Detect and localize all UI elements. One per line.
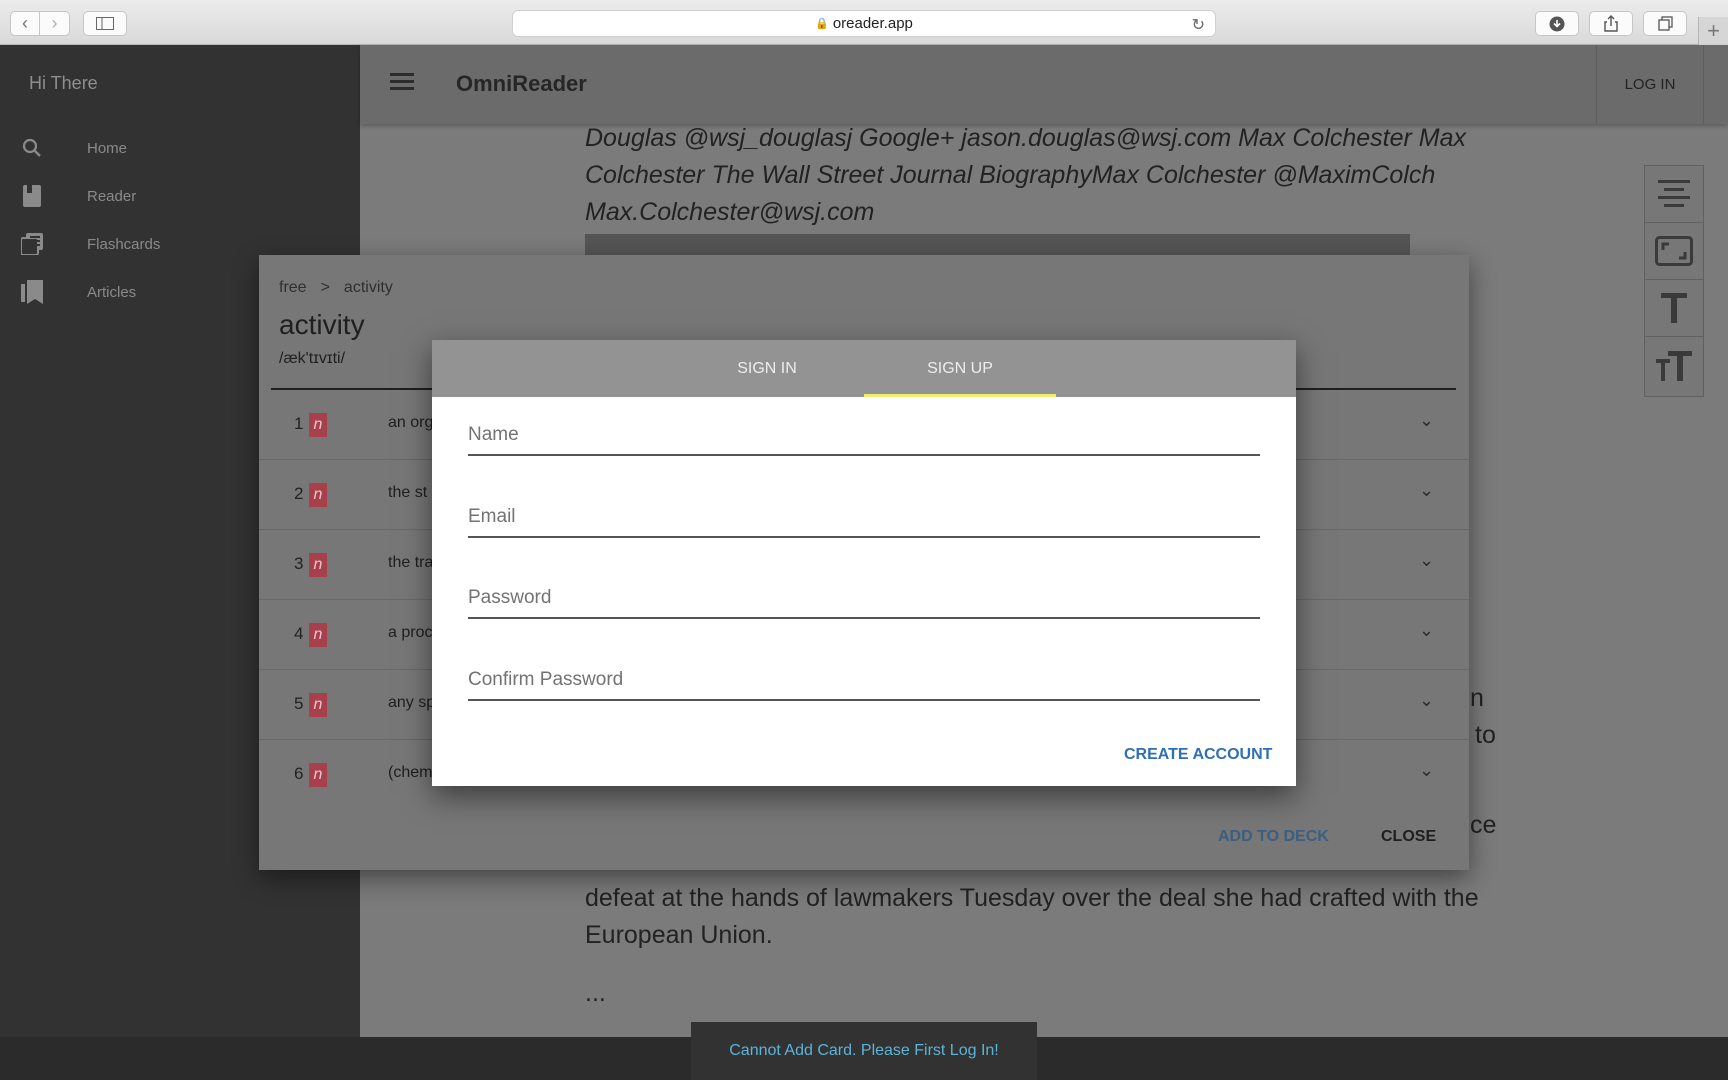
confirm-password-input[interactable] bbox=[468, 669, 1260, 691]
sense-definition: (chem bbox=[388, 764, 433, 781]
sense-definition: any sp bbox=[388, 694, 436, 711]
article-paragraph: defeat at the hands of lawmakers Tuesday… bbox=[585, 884, 1479, 949]
browser-toolbar: ‹ › 🔒 oreader.app ↻ + bbox=[0, 0, 1728, 45]
pos-badge: n bbox=[309, 413, 327, 437]
fullscreen-button[interactable] bbox=[1645, 223, 1703, 280]
chevron-down-icon[interactable]: ⌄ bbox=[1419, 480, 1434, 501]
sidebar-toggle-button[interactable] bbox=[83, 11, 127, 36]
sidebar-item-label: Flashcards bbox=[87, 235, 161, 253]
url-text: oreader.app bbox=[832, 15, 913, 32]
chevron-down-icon[interactable]: ⌄ bbox=[1419, 690, 1434, 711]
pos-badge: n bbox=[309, 483, 327, 507]
forward-button[interactable]: › bbox=[40, 11, 70, 36]
chevron-down-icon[interactable]: ⌄ bbox=[1419, 550, 1434, 571]
new-tab-button[interactable]: + bbox=[1698, 17, 1728, 45]
book-icon bbox=[20, 184, 44, 208]
address-bar[interactable]: 🔒 oreader.app ↻ bbox=[512, 10, 1216, 37]
search-icon bbox=[20, 136, 44, 160]
byline-text: Douglas @wsj_douglasj Google+ jason.doug… bbox=[585, 124, 1467, 226]
share-button[interactable] bbox=[1589, 11, 1633, 36]
reader-toolbar bbox=[1644, 165, 1704, 397]
text-icon bbox=[1661, 293, 1687, 323]
bookmark-icon bbox=[20, 280, 44, 304]
sense-number: 4 bbox=[294, 624, 304, 643]
history-nav: ‹ › bbox=[10, 11, 70, 36]
back-button[interactable]: ‹ bbox=[10, 11, 40, 36]
breadcrumb-separator: > bbox=[320, 279, 330, 296]
breadcrumb-item[interactable]: free bbox=[279, 279, 307, 296]
login-button[interactable]: LOG IN bbox=[1596, 45, 1704, 124]
chevron-down-icon[interactable]: ⌄ bbox=[1419, 410, 1434, 431]
sidebar-item-label: Reader bbox=[87, 187, 137, 205]
chevron-down-icon[interactable]: ⌄ bbox=[1419, 760, 1434, 781]
pos-badge: n bbox=[309, 693, 327, 717]
breadcrumb-item[interactable]: activity bbox=[344, 279, 393, 296]
download-icon bbox=[1549, 16, 1565, 31]
pos-badge: n bbox=[309, 623, 327, 647]
add-to-deck-button[interactable]: ADD TO DECK bbox=[1218, 828, 1329, 846]
downloads-button[interactable] bbox=[1535, 11, 1579, 36]
greeting-text: Hi There bbox=[29, 73, 98, 93]
menu-icon[interactable] bbox=[390, 73, 414, 91]
snackbar-message: Cannot Add Card. Please First Log In! bbox=[729, 1042, 999, 1059]
sense-number: 1 bbox=[294, 414, 304, 433]
close-button[interactable]: CLOSE bbox=[1381, 828, 1436, 846]
app-header: OmniReader LOG IN bbox=[360, 45, 1728, 124]
chevron-down-icon[interactable]: ⌄ bbox=[1419, 620, 1434, 641]
fullscreen-icon bbox=[1655, 236, 1693, 266]
sidebar-icon bbox=[96, 17, 114, 30]
password-input[interactable] bbox=[468, 587, 1260, 609]
text-size-icon bbox=[1656, 350, 1692, 381]
headword: activity bbox=[279, 309, 365, 340]
sense-number: 2 bbox=[294, 484, 304, 503]
breadcrumb: free > activity bbox=[279, 279, 393, 297]
sidebar-item-reader[interactable]: Reader bbox=[0, 174, 360, 218]
article-byline: Douglas @wsj_douglasj Google+ jason.doug… bbox=[585, 120, 1485, 231]
align-center-button[interactable] bbox=[1645, 166, 1703, 223]
article-text-fragment: n bbox=[1470, 684, 1484, 712]
sense-number: 3 bbox=[294, 554, 304, 573]
pos-badge: n bbox=[309, 763, 327, 787]
align-center-icon bbox=[1658, 180, 1690, 207]
sense-number: 5 bbox=[294, 694, 304, 713]
auth-dialog: SIGN IN SIGN UP CREATE ACCOUNT bbox=[432, 340, 1296, 786]
article-ellipsis: ... bbox=[585, 979, 606, 1007]
sidebar-item-label: Articles bbox=[87, 283, 137, 301]
tabs-button[interactable] bbox=[1643, 11, 1687, 36]
app-title: OmniReader bbox=[456, 71, 587, 96]
font-button[interactable] bbox=[1645, 280, 1703, 337]
reload-icon[interactable]: ↻ bbox=[1192, 15, 1205, 35]
confirm-password-field[interactable] bbox=[468, 645, 1260, 701]
sidebar-item-home[interactable]: Home bbox=[0, 126, 360, 170]
lock-icon: 🔒 bbox=[815, 18, 829, 30]
sense-number: 6 bbox=[294, 764, 304, 783]
sidebar-item-label: Home bbox=[87, 139, 128, 157]
sense-definition: a proc bbox=[388, 624, 433, 641]
email-field[interactable] bbox=[468, 482, 1260, 538]
pos-badge: n bbox=[309, 553, 327, 577]
snackbar: Cannot Add Card. Please First Log In! bbox=[691, 1022, 1037, 1080]
tab-sign-in[interactable]: SIGN IN bbox=[671, 340, 863, 397]
article-text-fragment: ce bbox=[1470, 811, 1497, 839]
sense-definition: the st bbox=[388, 484, 428, 501]
name-input[interactable] bbox=[468, 424, 1260, 446]
share-icon bbox=[1604, 15, 1618, 32]
create-account-button[interactable]: CREATE ACCOUNT bbox=[1124, 746, 1272, 764]
name-field[interactable] bbox=[468, 400, 1260, 456]
tabs-overview-icon bbox=[1657, 16, 1673, 31]
sense-definition: the tra bbox=[388, 554, 434, 571]
email-input[interactable] bbox=[468, 506, 1260, 528]
cards-icon bbox=[20, 232, 44, 256]
phonetic: /æk'tɪvɪti/ bbox=[279, 350, 346, 367]
font-size-button[interactable] bbox=[1645, 337, 1703, 394]
article-text-fragment: to bbox=[1475, 721, 1496, 749]
password-field[interactable] bbox=[468, 563, 1260, 619]
tab-sign-up[interactable]: SIGN UP bbox=[864, 340, 1056, 397]
sense-definition: an org bbox=[388, 414, 434, 431]
auth-tabs: SIGN IN SIGN UP bbox=[432, 340, 1296, 397]
